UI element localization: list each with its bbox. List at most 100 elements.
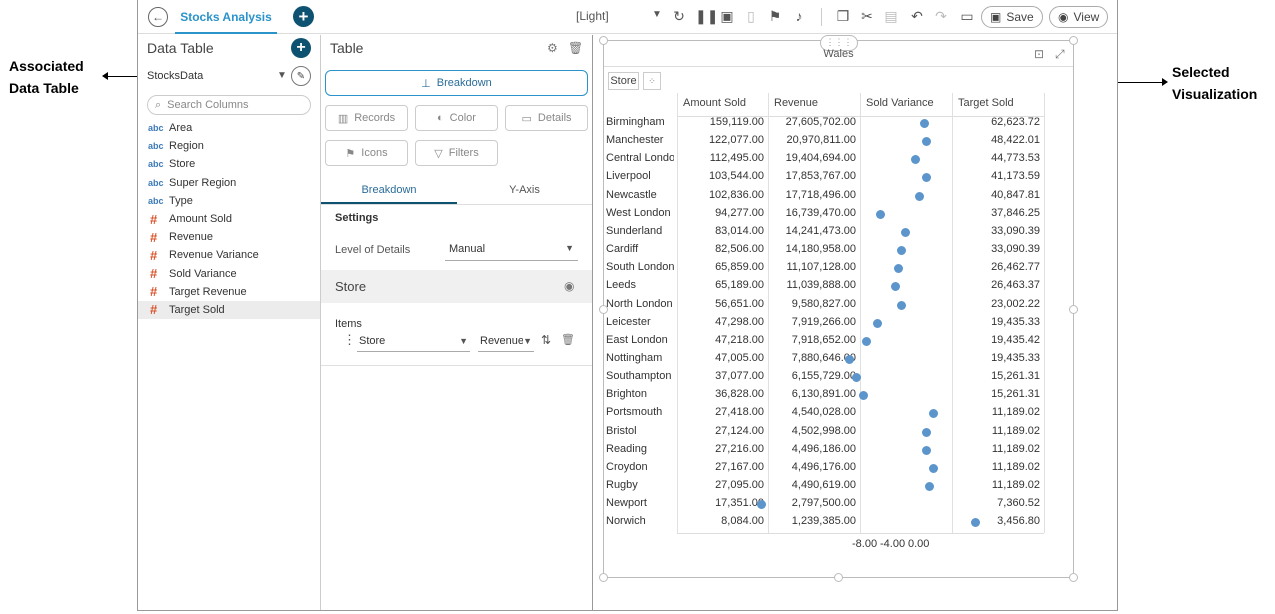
tab-breakdown[interactable]: Breakdown	[321, 181, 457, 205]
column-item[interactable]: # Sold Variance	[138, 265, 320, 283]
column-item[interactable]: abc Type	[138, 192, 320, 210]
column-item[interactable]: # Revenue Variance	[138, 246, 320, 264]
row-store-name[interactable]: Croydon	[606, 461, 674, 473]
document-icon[interactable]: ▯	[743, 8, 759, 25]
pause-icon[interactable]: ❚❚	[695, 8, 718, 25]
records-button[interactable]: ▥ Records	[325, 105, 408, 131]
row-store-name[interactable]: Newcastle	[606, 189, 674, 201]
column-item[interactable]: abc Store	[138, 155, 320, 173]
view-button[interactable]: ◉ View	[1049, 6, 1109, 28]
sold-variance-dot[interactable]	[851, 373, 861, 383]
sold-variance-dot[interactable]	[921, 173, 931, 183]
chevron-down-icon[interactable]: ▼	[652, 9, 662, 20]
row-store-name[interactable]: Rugby	[606, 479, 674, 491]
drag-handle-icon[interactable]: ⋮	[343, 332, 356, 348]
undo-icon[interactable]: ↶	[909, 8, 925, 25]
data-source-select[interactable]: StocksData	[147, 70, 203, 82]
column-header[interactable]: Revenue	[774, 97, 818, 109]
row-store-name[interactable]: Brighton	[606, 388, 674, 400]
save-button[interactable]: ▣ Save	[981, 6, 1043, 28]
row-store-name[interactable]: Reading	[606, 443, 674, 455]
sold-variance-dot[interactable]	[920, 119, 930, 128]
column-item[interactable]: # Amount Sold	[138, 210, 320, 228]
export-icon[interactable]: ⊡	[1034, 47, 1044, 61]
sold-variance-dot[interactable]	[925, 482, 934, 491]
column-item[interactable]: # Revenue	[138, 228, 320, 246]
sold-variance-dot[interactable]	[862, 336, 871, 346]
row-store-name[interactable]: Southampton	[606, 370, 674, 382]
row-store-name[interactable]: Central London	[606, 152, 674, 164]
refresh-icon[interactable]: ↻	[671, 8, 687, 25]
sold-variance-dot[interactable]	[893, 264, 903, 274]
sold-variance-dot[interactable]	[928, 409, 938, 419]
row-store-name[interactable]: Newport	[606, 497, 674, 509]
tab-y-axis[interactable]: Y-Axis	[457, 181, 592, 205]
column-item[interactable]: # Target Revenue	[138, 283, 320, 301]
trash-icon[interactable]: 🗑	[561, 333, 575, 346]
item-sort-select[interactable]: Revenue ▼	[478, 332, 534, 352]
sold-variance-dot[interactable]	[897, 246, 906, 256]
resize-handle[interactable]	[1069, 36, 1078, 45]
row-store-name[interactable]: Cardiff	[606, 243, 674, 255]
row-store-name[interactable]: Manchester	[606, 134, 674, 146]
filters-button[interactable]: ▽ Filters	[415, 140, 498, 166]
store-breadcrumb-chip[interactable]: Store	[608, 72, 639, 90]
column-item[interactable]: # Target Sold	[138, 300, 320, 320]
store-level-section[interactable]: Store ◉	[321, 270, 592, 303]
row-store-name[interactable]: Leicester	[606, 316, 674, 328]
sold-variance-dot[interactable]	[911, 155, 920, 165]
item-field-select[interactable]: Store ▼	[357, 332, 470, 352]
add-data-table-button[interactable]: +	[291, 38, 311, 58]
row-store-name[interactable]: Birmingham	[606, 116, 674, 128]
tab-stocks-analysis[interactable]: Stocks Analysis	[175, 0, 277, 34]
row-store-name[interactable]: Liverpool	[606, 170, 674, 182]
sold-variance-dot[interactable]	[914, 191, 924, 201]
theme-select[interactable]: [Light]	[576, 9, 609, 23]
column-header[interactable]: Sold Variance	[866, 97, 934, 109]
row-store-name[interactable]: Nottingham	[606, 352, 674, 364]
column-header[interactable]: Target Sold	[958, 97, 1014, 109]
row-store-name[interactable]: Leeds	[606, 279, 674, 291]
trash-icon[interactable]: 🗑	[568, 41, 583, 55]
sold-variance-dot[interactable]	[858, 391, 868, 401]
sold-variance-dot[interactable]	[876, 209, 885, 219]
row-store-name[interactable]: Norwich	[606, 515, 674, 527]
icons-button[interactable]: ⚑ Icons	[325, 140, 408, 166]
chevron-down-icon[interactable]: ▼	[277, 70, 287, 81]
scissors-icon[interactable]: ✂	[859, 8, 875, 25]
sold-variance-dot[interactable]	[921, 137, 931, 147]
column-item[interactable]: abc Super Region	[138, 174, 320, 192]
bell-icon[interactable]: ♪	[791, 8, 807, 24]
sold-variance-dot[interactable]	[757, 500, 766, 510]
sold-variance-dot[interactable]	[897, 300, 906, 310]
copy-icon[interactable]: ❐	[835, 8, 851, 25]
column-header[interactable]: Amount Sold	[683, 97, 746, 109]
details-button[interactable]: ▭ Details	[505, 105, 588, 131]
gear-icon[interactable]: ⚙	[547, 41, 558, 55]
sold-variance-dot[interactable]	[872, 318, 882, 328]
sold-variance-dot[interactable]	[844, 354, 854, 364]
row-store-name[interactable]: South London	[606, 261, 674, 273]
sort-icon[interactable]: ⇅	[541, 333, 551, 347]
row-store-name[interactable]: Sunderland	[606, 225, 674, 237]
sold-variance-dot[interactable]	[900, 227, 910, 237]
back-button[interactable]: ←	[148, 7, 168, 27]
paste-icon[interactable]: ▤	[883, 8, 899, 25]
column-item[interactable]: abc Area	[138, 119, 320, 137]
color-button[interactable]: ◐ Color	[415, 105, 498, 131]
row-store-name[interactable]: Portsmouth	[606, 406, 674, 418]
edit-data-source-button[interactable]: ✎	[291, 66, 311, 86]
sold-variance-dot[interactable]	[928, 463, 938, 473]
sold-variance-dot[interactable]	[891, 282, 901, 292]
bookmark-icon[interactable]: ⚑	[767, 8, 783, 25]
table-visualization[interactable]: ⋮⋮⋮ Wales ⊡ ⤢ Store ⁘ Amount Sold Revenue…	[599, 35, 1078, 582]
snapshot-icon[interactable]: ▣	[719, 8, 735, 25]
search-columns-input[interactable]: ⌕ Search Columns	[147, 95, 311, 115]
add-tab-button[interactable]: +	[293, 6, 314, 27]
breakdown-button[interactable]: ⊥ Breakdown	[325, 70, 588, 96]
scatter-icon[interactable]: ⁘	[643, 72, 661, 90]
level-of-details-select[interactable]: Manual ▼	[445, 239, 578, 261]
row-store-name[interactable]: West London	[606, 207, 674, 219]
comment-icon[interactable]: ▭	[959, 8, 975, 25]
row-store-name[interactable]: Bristol	[606, 425, 674, 437]
